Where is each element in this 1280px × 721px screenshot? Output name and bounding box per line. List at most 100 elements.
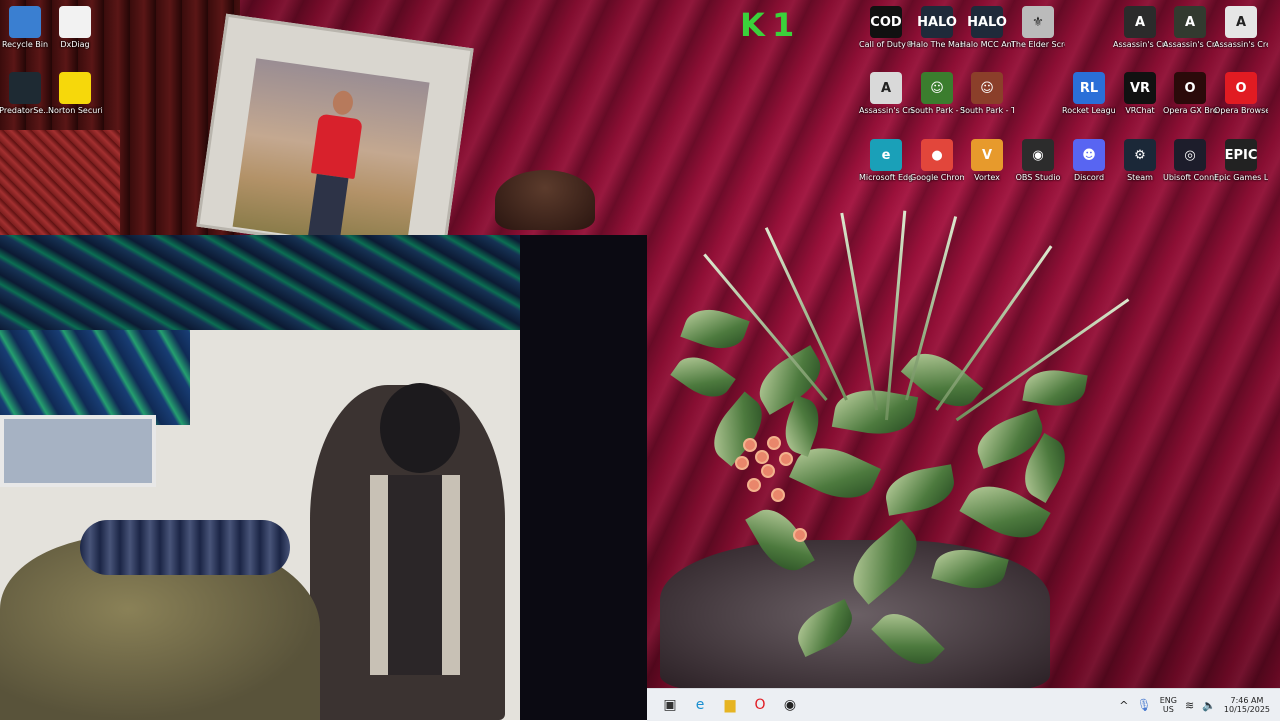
- language-code: ENG: [1159, 696, 1177, 705]
- language-indicator[interactable]: ENG US: [1160, 696, 1177, 714]
- volume-icon[interactable]: 🔈: [1202, 700, 1216, 711]
- opera-gx-icon: O: [1174, 72, 1206, 104]
- opera-icon: O: [1225, 72, 1257, 104]
- opera-icon: O: [754, 697, 766, 713]
- halo-icon: HALO: [967, 6, 1007, 38]
- webcam-overlay: [0, 235, 647, 720]
- k1-logo: K 1: [740, 6, 794, 44]
- call-of-duty-icon: COD: [870, 6, 902, 38]
- desktop-icon-label: Halo MCC Anti-Che...: [960, 40, 1014, 49]
- desktop-icon-label: Norton Security Ultra: [48, 106, 102, 115]
- desktop-icon-label: Steam: [1127, 173, 1153, 182]
- clock-date: 10/15/2025: [1223, 705, 1270, 714]
- wallpaper-picture-frame: [196, 13, 474, 262]
- vortex-icon: V: [971, 139, 1003, 171]
- desktop-icon-vortex[interactable]: V Vortex: [960, 139, 1014, 183]
- desktop-icon-south-park-fbw[interactable]: ☺ South Park - The Fractur...: [960, 72, 1014, 116]
- desktop-icon-label: Recycle Bin: [1, 40, 49, 49]
- clock-time: 7:46 AM: [1230, 696, 1264, 705]
- wallpaper-plant: [645, 190, 1130, 690]
- desktop-icon-ubisoft[interactable]: ◎ Ubisoft Connect: [1163, 139, 1217, 183]
- desktop-icon-label: Opera GX Browser: [1163, 106, 1217, 115]
- desktop-icon-norton[interactable]: Norton Security Ultra: [48, 72, 102, 116]
- task-view-icon: ▣: [663, 697, 677, 713]
- norton-check-icon: [59, 72, 91, 104]
- taskbar-edge-button[interactable]: e: [685, 690, 715, 720]
- desktop-icon-ac-odyssey[interactable]: A Assassin's Creed O...: [1163, 6, 1217, 50]
- desktop-icon-opera-gx[interactable]: O Opera GX Browser: [1163, 72, 1217, 116]
- desktop-icon-ac-3[interactable]: A Assassin's Creed® ...: [1214, 6, 1268, 50]
- desktop-icon-obs[interactable]: ◉ OBS Studio: [1011, 139, 1065, 183]
- desktop-icon-label: Assassin's Creed O...: [1163, 40, 1217, 49]
- taskbar-task-view-button[interactable]: ▣: [655, 690, 685, 720]
- chrome-icon: ●: [921, 139, 953, 171]
- desktop-icon-halo-mcc[interactable]: HALO Halo The Master Chi...: [910, 6, 964, 50]
- desktop-icon-label: Google Chrome: [910, 173, 964, 182]
- desktop-icon-label: PredatorSe...: [0, 106, 51, 115]
- discord-icon: ☻: [1073, 139, 1105, 171]
- desktop-icon-call-of-duty[interactable]: COD Call of Duty®: [859, 6, 913, 50]
- desktop-icon-discord[interactable]: ☻ Discord: [1062, 139, 1116, 183]
- desktop-icon-edge[interactable]: e Microsoft Edge: [859, 139, 913, 183]
- taskbar: ▣ e ▆ O ◉ ^ 🎙 ENG US ≋ 🔈 7:46 AM 10/15/2025: [647, 688, 1280, 721]
- desktop-icon-label: Halo The Master Chi...: [910, 40, 964, 49]
- desktop-icon-label: Assassin's Creed Mirage: [1113, 40, 1167, 49]
- folder-icon: ▆: [724, 697, 736, 713]
- desktop-icon-vrchat[interactable]: VR VRChat: [1113, 72, 1167, 116]
- desktop-icon-label: South Park - The Fractur...: [960, 106, 1014, 115]
- system-tray: ^ 🎙 ENG US ≋ 🔈 7:46 AM 10/15/2025: [1115, 689, 1280, 721]
- desktop-icon-dxdiag[interactable]: DxDiag: [48, 6, 102, 50]
- desktop-icon-label: Discord: [1073, 173, 1105, 182]
- taskbar-file-explorer-button[interactable]: ▆: [715, 690, 745, 720]
- wallpaper-carpet: [0, 130, 120, 240]
- obs-icon: ◉: [783, 697, 797, 713]
- desktop-icon-ac-unity[interactable]: A Assassin's Creed Unity: [859, 72, 913, 116]
- desktop-icon-rocket-league[interactable]: RL Rocket League®: [1062, 72, 1116, 116]
- desktop-icon-epic[interactable]: EPIC Epic Games Launcher: [1214, 139, 1268, 183]
- taskbar-opera-button[interactable]: O: [745, 690, 775, 720]
- steam-icon: ⚙: [1124, 139, 1156, 171]
- assassins-creed-icon: A: [1124, 6, 1156, 38]
- desktop-icon-label: Assassin's Creed Unity: [859, 106, 913, 115]
- vrchat-icon: VR: [1124, 72, 1156, 104]
- desktop-icon-predatorsense[interactable]: PredatorSe...: [0, 72, 52, 116]
- desktop-icon-label: DxDiag: [60, 40, 90, 49]
- rocket-league-icon: RL: [1073, 72, 1105, 104]
- assassins-creed-icon: A: [870, 72, 902, 104]
- clock[interactable]: 7:46 AM 10/15/2025: [1224, 696, 1270, 714]
- desktop-icon-ac-mirage[interactable]: A Assassin's Creed Mirage: [1113, 6, 1167, 50]
- desktop-icon-label: The Elder Scrolls ...: [1011, 40, 1065, 49]
- chevron-up-icon[interactable]: ^: [1119, 700, 1128, 711]
- desktop-icon-label: Opera Browser: [1214, 106, 1268, 115]
- language-region: US: [1162, 705, 1174, 714]
- desktop-icon-label: OBS Studio: [1015, 173, 1061, 182]
- wallpaper-vase: [495, 170, 595, 230]
- ubisoft-icon: ◎: [1174, 139, 1206, 171]
- desktop-icon-south-park-tsot[interactable]: ☺ South Park - TSOT: [910, 72, 964, 116]
- desktop-icon-label: Rocket League®: [1062, 106, 1116, 115]
- desktop-icon-chrome[interactable]: ● Google Chrome: [910, 139, 964, 183]
- desktop-icon-opera[interactable]: O Opera Browser: [1214, 72, 1268, 116]
- south-park-icon: ☺: [921, 72, 953, 104]
- assassins-creed-icon: A: [1174, 6, 1206, 38]
- desktop-icon-label: Vortex: [974, 173, 1000, 182]
- desktop-icon-halo-mcc-anticheat[interactable]: HALO Halo MCC Anti-Che...: [960, 6, 1014, 50]
- taskbar-obs-button[interactable]: ◉: [775, 690, 805, 720]
- desktop-icon-steam[interactable]: ⚙ Steam: [1113, 139, 1167, 183]
- desktop-icon-label: Microsoft Edge: [859, 173, 913, 182]
- desktop-icon-label: Assassin's Creed® ...: [1214, 40, 1268, 49]
- desktop-icon-label: VRChat: [1125, 106, 1155, 115]
- desktop-icon-elder-scrolls[interactable]: ⚜ The Elder Scrolls ...: [1011, 6, 1065, 50]
- edge-icon: e: [870, 139, 902, 171]
- microphone-icon[interactable]: 🎙: [1136, 699, 1151, 711]
- room-window: [0, 415, 156, 487]
- desktop-icon-label: Call of Duty®: [859, 40, 913, 49]
- edge-icon: e: [695, 697, 705, 713]
- obs-icon: ◉: [1022, 139, 1054, 171]
- halo-icon: HALO: [917, 6, 957, 38]
- wifi-icon[interactable]: ≋: [1185, 700, 1194, 711]
- epic-games-icon: EPIC: [1225, 139, 1257, 171]
- recycle-bin-icon: [9, 6, 41, 38]
- document-icon: [59, 6, 91, 38]
- desktop-icon-recycle-bin[interactable]: Recycle Bin: [0, 6, 52, 50]
